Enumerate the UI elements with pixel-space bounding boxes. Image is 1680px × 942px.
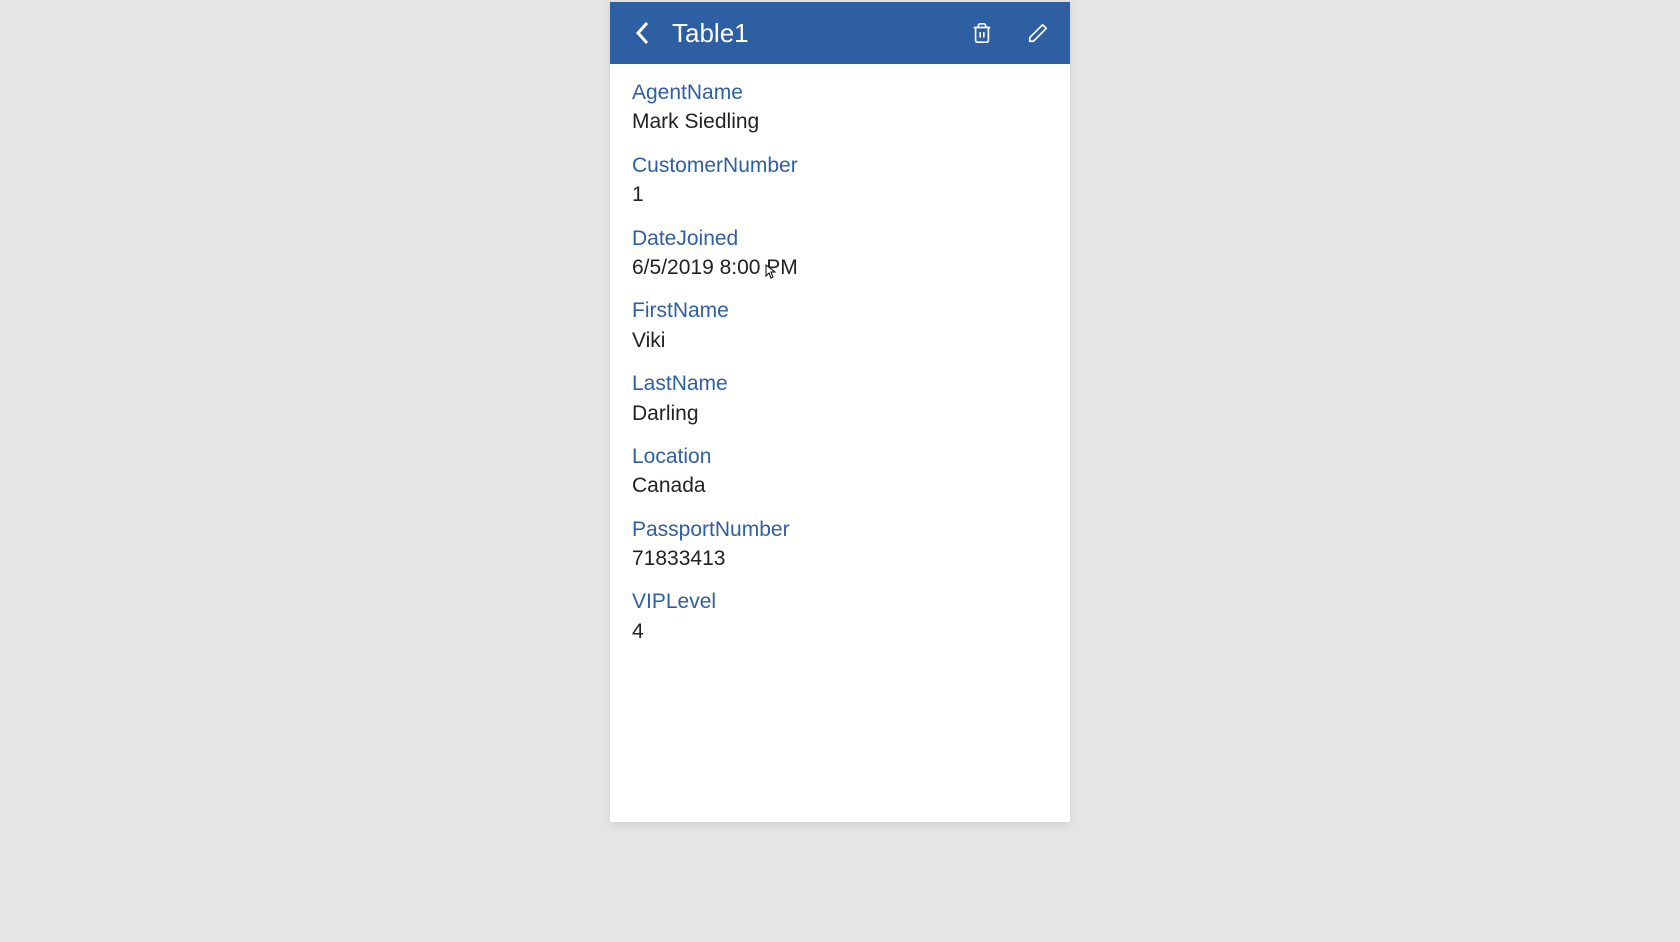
field-label: LastName [632, 369, 1048, 398]
field-firstname: FirstName Viki [632, 296, 1048, 355]
page-title: Table1 [672, 18, 968, 49]
chevron-left-icon [635, 21, 649, 45]
field-lastname: LastName Darling [632, 369, 1048, 428]
header-actions [968, 19, 1052, 47]
field-value: Mark Siedling [632, 107, 1048, 136]
field-datejoined: DateJoined 6/5/2019 8:00 PM [632, 224, 1048, 283]
field-value: 6/5/2019 8:00 PM [632, 253, 1048, 282]
field-label: VIPLevel [632, 587, 1048, 616]
edit-button[interactable] [1024, 19, 1052, 47]
app-container: Table1 AgentName Mark Siedling [610, 2, 1070, 822]
field-value: Darling [632, 399, 1048, 428]
field-value: 71833413 [632, 544, 1048, 573]
field-value: 1 [632, 180, 1048, 209]
field-label: CustomerNumber [632, 151, 1048, 180]
field-viplevel: VIPLevel 4 [632, 587, 1048, 646]
field-passportnumber: PassportNumber 71833413 [632, 515, 1048, 574]
back-button[interactable] [628, 19, 656, 47]
field-location: Location Canada [632, 442, 1048, 501]
field-label: DateJoined [632, 224, 1048, 253]
field-label: PassportNumber [632, 515, 1048, 544]
detail-content: AgentName Mark Siedling CustomerNumber 1… [610, 64, 1070, 674]
pencil-icon [1027, 22, 1049, 44]
field-value: Viki [632, 326, 1048, 355]
field-label: AgentName [632, 78, 1048, 107]
field-label: FirstName [632, 296, 1048, 325]
field-value: 4 [632, 617, 1048, 646]
field-agentname: AgentName Mark Siedling [632, 78, 1048, 137]
field-value: Canada [632, 471, 1048, 500]
field-customernumber: CustomerNumber 1 [632, 151, 1048, 210]
delete-button[interactable] [968, 19, 996, 47]
field-label: Location [632, 442, 1048, 471]
trash-icon [971, 22, 993, 44]
header-bar: Table1 [610, 2, 1070, 64]
